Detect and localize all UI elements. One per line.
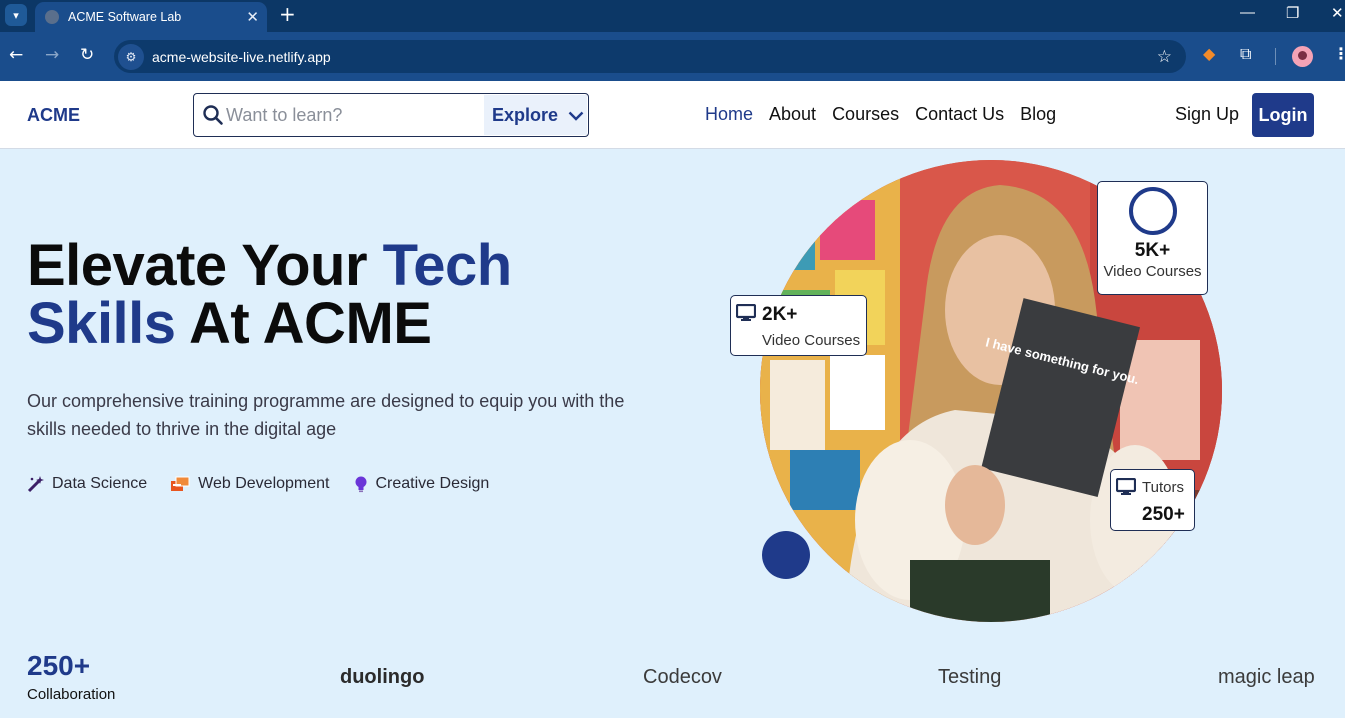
tag-data-science[interactable]: Data Science bbox=[27, 475, 147, 493]
tag-label: Creative Design bbox=[375, 475, 490, 492]
lightbulb-icon bbox=[353, 475, 369, 493]
collab-label: Collaboration bbox=[27, 686, 116, 703]
site-logo[interactable]: ACME bbox=[27, 105, 80, 126]
main-nav: Home About Courses Contact Us Blog bbox=[705, 104, 1072, 125]
stat-label: Video Courses bbox=[762, 332, 861, 349]
browser-menu-icon[interactable]: ⋮ bbox=[1333, 44, 1345, 64]
address-bar[interactable]: ⚙ acme-website-live.netlify.app ☆ bbox=[114, 40, 1186, 73]
hero-title-accent1: Tech bbox=[382, 233, 513, 298]
nav-courses[interactable]: Courses bbox=[832, 104, 899, 125]
reload-icon[interactable]: ↻ bbox=[80, 45, 94, 65]
search-input[interactable] bbox=[226, 104, 484, 126]
chevron-down-icon bbox=[568, 105, 584, 126]
nav-home[interactable]: Home bbox=[705, 104, 753, 125]
stat-label: Tutors bbox=[1142, 479, 1184, 496]
browser-toolbar: ← → ↻ ⚙ acme-website-live.netlify.app ☆ … bbox=[0, 32, 1345, 81]
topic-tags: Data Science Web Development Creative De… bbox=[27, 475, 512, 493]
partner-logo-testing: Testing bbox=[938, 666, 1002, 688]
browser-tab[interactable]: ACME Software Lab ✕ bbox=[35, 2, 267, 32]
restore-icon[interactable]: ❐ bbox=[1286, 4, 1299, 22]
signup-link[interactable]: Sign Up bbox=[1175, 104, 1239, 125]
nav-about[interactable]: About bbox=[769, 104, 816, 125]
hero-title-accent2: Skills bbox=[27, 291, 176, 356]
forward-icon[interactable]: → bbox=[45, 45, 59, 65]
tag-web-development[interactable]: Web Development bbox=[170, 475, 330, 493]
toolbar-divider bbox=[1275, 48, 1276, 65]
login-button[interactable]: Login bbox=[1252, 93, 1314, 137]
nav-blog[interactable]: Blog bbox=[1020, 104, 1056, 125]
tab-search-button[interactable]: ▾ bbox=[5, 4, 27, 26]
decorative-dot bbox=[762, 531, 810, 579]
ring-icon bbox=[1128, 187, 1177, 235]
web-dev-icon bbox=[170, 475, 191, 493]
site-info-icon[interactable]: ⚙ bbox=[118, 43, 144, 70]
monitor-icon bbox=[1115, 477, 1137, 501]
collab-count: 250+ bbox=[27, 650, 91, 681]
explore-label: Explore bbox=[492, 104, 559, 125]
search-bar: Explore bbox=[193, 93, 589, 137]
nav-contact-us[interactable]: Contact Us bbox=[915, 104, 1004, 125]
stat-value: 2K+ bbox=[762, 304, 798, 325]
hero-title-part2: At ACME bbox=[175, 291, 432, 356]
close-tab-icon[interactable]: ✕ bbox=[246, 8, 259, 26]
url-text[interactable]: acme-website-live.netlify.app bbox=[152, 49, 1157, 65]
monitor-icon bbox=[735, 303, 757, 327]
site-header: ACME Explore Home About Courses Contact … bbox=[0, 81, 1345, 149]
metamask-icon[interactable]: ◆ bbox=[1203, 44, 1215, 64]
new-tab-button[interactable]: + bbox=[279, 3, 296, 25]
bookmark-star-icon[interactable]: ☆ bbox=[1157, 47, 1172, 67]
globe-icon bbox=[45, 10, 59, 24]
stat-value: 250+ bbox=[1142, 504, 1185, 525]
extensions-icon[interactable]: ⧉ bbox=[1240, 44, 1251, 64]
stat-label: Video Courses bbox=[1103, 263, 1202, 280]
back-icon[interactable]: ← bbox=[9, 45, 23, 65]
close-icon[interactable]: ✕ bbox=[1331, 4, 1344, 22]
partner-logo-magic-leap: magic leap bbox=[1218, 666, 1315, 688]
partner-logo-duolingo: duolingo bbox=[340, 666, 425, 688]
stat-card-tutors: Tutors 250+ bbox=[1110, 469, 1195, 531]
stat-value: 5K+ bbox=[1134, 240, 1171, 261]
tag-creative-design[interactable]: Creative Design bbox=[353, 475, 490, 493]
partner-logo-codecov: Codecov bbox=[643, 666, 722, 688]
stat-card-video-courses-2k: 2K+ Video Courses bbox=[730, 295, 867, 356]
tab-title: ACME Software Lab bbox=[68, 10, 182, 24]
explore-dropdown[interactable]: Explore bbox=[484, 95, 587, 135]
stat-card-video-courses-5k: 5K+ Video Courses bbox=[1097, 181, 1208, 295]
browser-tabbar: ▾ ACME Software Lab ✕ + — ❐ ✕ bbox=[0, 0, 1345, 32]
search-icon bbox=[202, 104, 224, 126]
profile-avatar[interactable] bbox=[1292, 46, 1313, 67]
minimize-icon[interactable]: — bbox=[1240, 4, 1255, 21]
magic-wand-icon bbox=[27, 475, 45, 493]
hero-title: Elevate Your Tech Skills At ACME bbox=[27, 237, 512, 353]
hero-description: Our comprehensive training programme are… bbox=[27, 391, 625, 439]
tag-label: Data Science bbox=[52, 475, 148, 492]
tag-label: Web Development bbox=[198, 475, 330, 492]
hero-title-part1: Elevate Your bbox=[27, 233, 383, 298]
